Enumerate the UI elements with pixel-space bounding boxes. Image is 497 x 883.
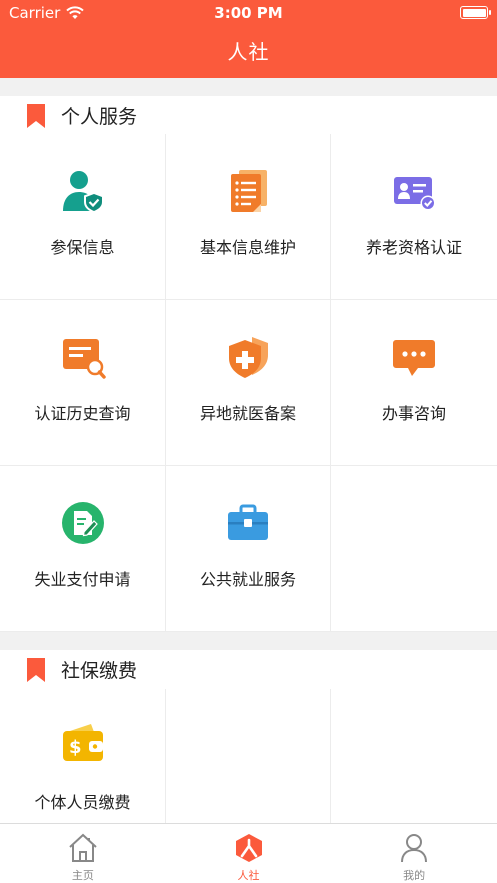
home-icon <box>69 833 97 862</box>
id-card-check-icon <box>394 177 436 211</box>
renshe-logo-icon <box>235 834 262 862</box>
service-label: 异地就医备案 <box>199 404 296 423</box>
service-label: 认证历史查询 <box>34 404 131 423</box>
status-time: 3:00 PM <box>214 4 283 22</box>
status-bar: Carrier 3:00 PM <box>0 0 497 26</box>
document-list-icon <box>231 170 267 212</box>
section-header-personal-services: 个人服务 <box>0 96 497 136</box>
personal-services-grid: 参保信息 基本信息维护 养老资格认证 认证历史查询 异地就医备案 办事咨询 失业… <box>0 134 497 632</box>
service-pension-qualification[interactable]: 养老资格认证 <box>331 134 497 300</box>
tab-mine[interactable]: 我的 <box>331 824 497 883</box>
edit-document-icon <box>61 502 104 544</box>
service-label: 公共就业服务 <box>199 570 296 589</box>
medical-shield-icon <box>229 337 268 378</box>
tab-renshe[interactable]: 人社 <box>166 824 332 883</box>
service-label: 养老资格认证 <box>365 238 462 257</box>
user-icon <box>401 834 428 863</box>
service-label: 个体人员缴费 <box>34 793 131 812</box>
bookmark-flag-icon <box>27 103 45 128</box>
section-title: 个人服务 <box>61 106 138 128</box>
service-label: 办事咨询 <box>381 404 446 423</box>
service-certification-history[interactable]: 认证历史查询 <box>0 300 166 466</box>
service-label: 参保信息 <box>50 238 115 257</box>
tab-label: 我的 <box>403 869 426 882</box>
app-header: Carrier 3:00 PM 人社 <box>0 0 497 78</box>
tab-label: 人社 <box>237 869 260 882</box>
section-divider <box>0 78 497 96</box>
person-shield-icon <box>62 171 104 213</box>
tab-label: 主页 <box>71 869 94 882</box>
section-title: 社保缴费 <box>61 660 138 682</box>
card-search-icon <box>62 339 106 379</box>
service-basic-info-maintenance[interactable]: 基本信息维护 <box>166 134 331 300</box>
service-public-employment[interactable]: 公共就业服务 <box>166 466 331 632</box>
service-unemployment-payment[interactable]: 失业支付申请 <box>0 466 166 632</box>
chat-bubble-icon <box>393 340 435 376</box>
service-label: 失业支付申请 <box>34 570 131 589</box>
tab-home[interactable]: 主页 <box>0 824 166 883</box>
service-participation-info[interactable]: 参保信息 <box>0 134 166 300</box>
section-header-social-insurance-payment: 社保缴费 <box>0 650 497 690</box>
service-offsite-medical-filing[interactable]: 异地就医备案 <box>166 300 331 466</box>
service-label: 基本信息维护 <box>199 238 296 257</box>
svg-text:$: $ <box>69 737 82 758</box>
service-consultation[interactable]: 办事咨询 <box>331 300 497 466</box>
bookmark-flag-icon <box>27 657 45 682</box>
bottom-tab-bar: 主页 人社 我的 <box>0 823 497 883</box>
empty-cell <box>331 466 497 632</box>
wallet-dollar-icon: $ <box>62 724 103 761</box>
section-divider <box>0 632 497 650</box>
battery-icon <box>460 6 491 19</box>
page-title: 人社 <box>227 40 270 64</box>
briefcase-icon <box>228 504 268 540</box>
